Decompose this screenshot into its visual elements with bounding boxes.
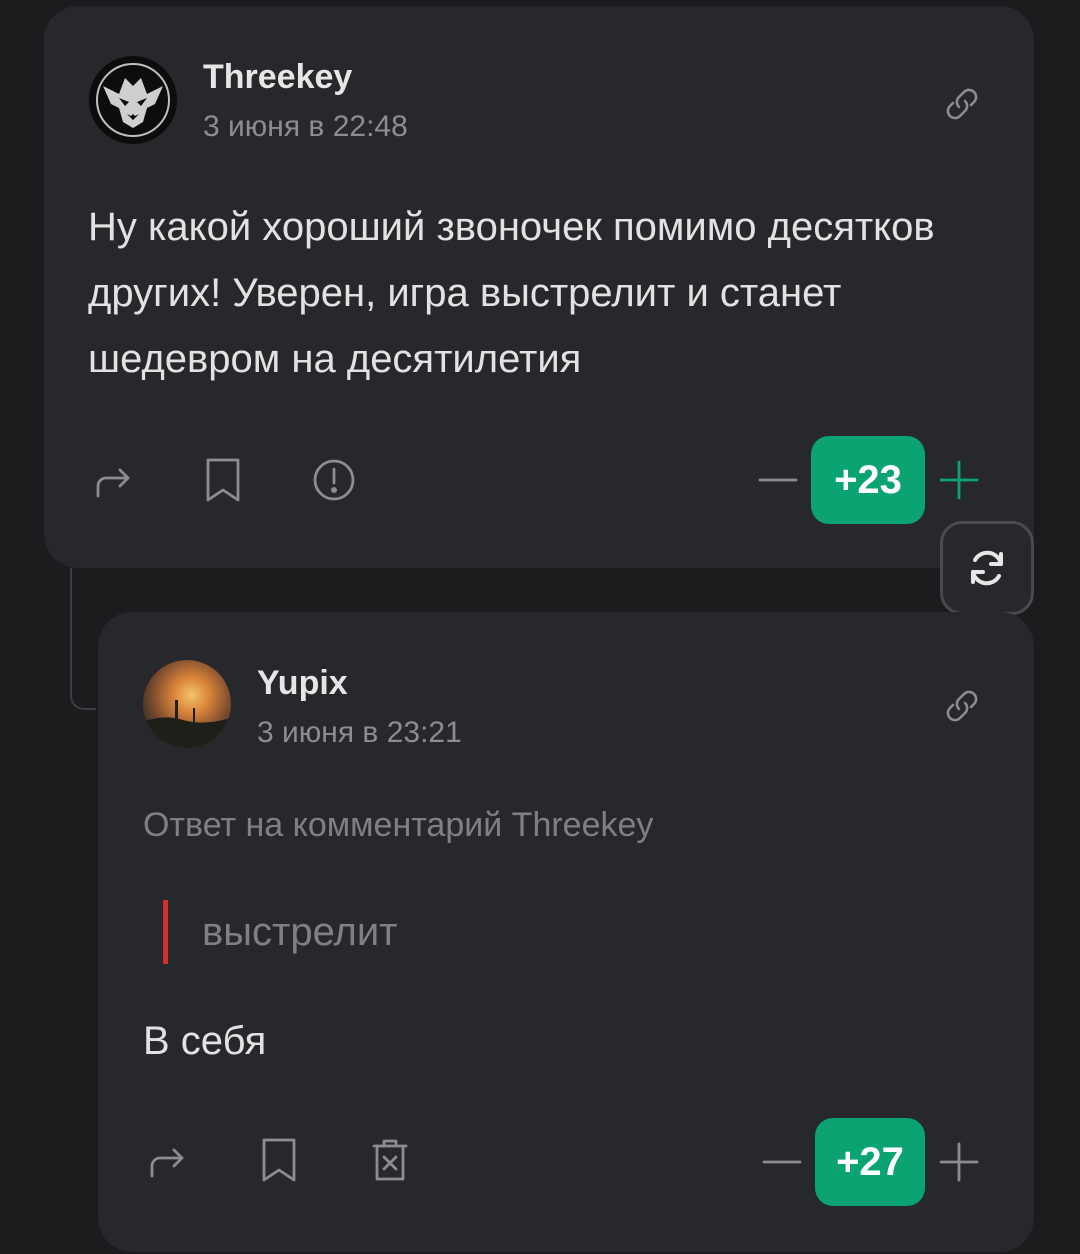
upvote-button[interactable] <box>937 458 981 502</box>
comment-date: 3 июня в 23:21 <box>257 716 462 749</box>
author-name[interactable]: Yupix <box>257 664 348 703</box>
vote-score: +23 <box>811 436 925 524</box>
bookmark-icon[interactable] <box>256 1136 304 1184</box>
link-icon[interactable] <box>940 82 984 126</box>
reply-to-label[interactable]: Ответ на комментарий Threekey <box>143 806 653 845</box>
author-avatar[interactable] <box>143 660 231 748</box>
comment-date: 3 июня в 22:48 <box>203 110 408 143</box>
vote-score: +27 <box>815 1118 925 1206</box>
downvote-button[interactable] <box>756 458 800 502</box>
thread-connector-line <box>70 568 96 710</box>
author-name[interactable]: Threekey <box>203 58 352 97</box>
refresh-icon <box>971 550 1003 586</box>
comment-text: В себя <box>143 1019 267 1063</box>
link-icon[interactable] <box>940 684 984 728</box>
share-icon[interactable] <box>144 1136 192 1184</box>
reply-comment-card: Yupix 3 июня в 23:21 Ответ на комментари… <box>98 612 1034 1252</box>
sunset-photo-icon <box>143 700 231 748</box>
report-icon[interactable] <box>310 456 358 504</box>
refresh-button[interactable] <box>940 521 1034 615</box>
downvote-button[interactable] <box>760 1140 804 1184</box>
bookmark-icon[interactable] <box>200 456 248 504</box>
wolf-medallion-icon <box>89 56 177 144</box>
author-avatar[interactable] <box>89 56 177 144</box>
comment-card: Threekey 3 июня в 22:48 Ну какой хороший… <box>44 6 1034 568</box>
quoted-text: выстрелит <box>202 910 398 954</box>
comment-text: Ну какой хороший звоночек помимо десятко… <box>88 205 935 381</box>
upvote-button[interactable] <box>937 1140 981 1184</box>
quote-bar <box>163 900 168 964</box>
share-icon[interactable] <box>90 456 138 504</box>
delete-icon[interactable] <box>366 1136 414 1184</box>
